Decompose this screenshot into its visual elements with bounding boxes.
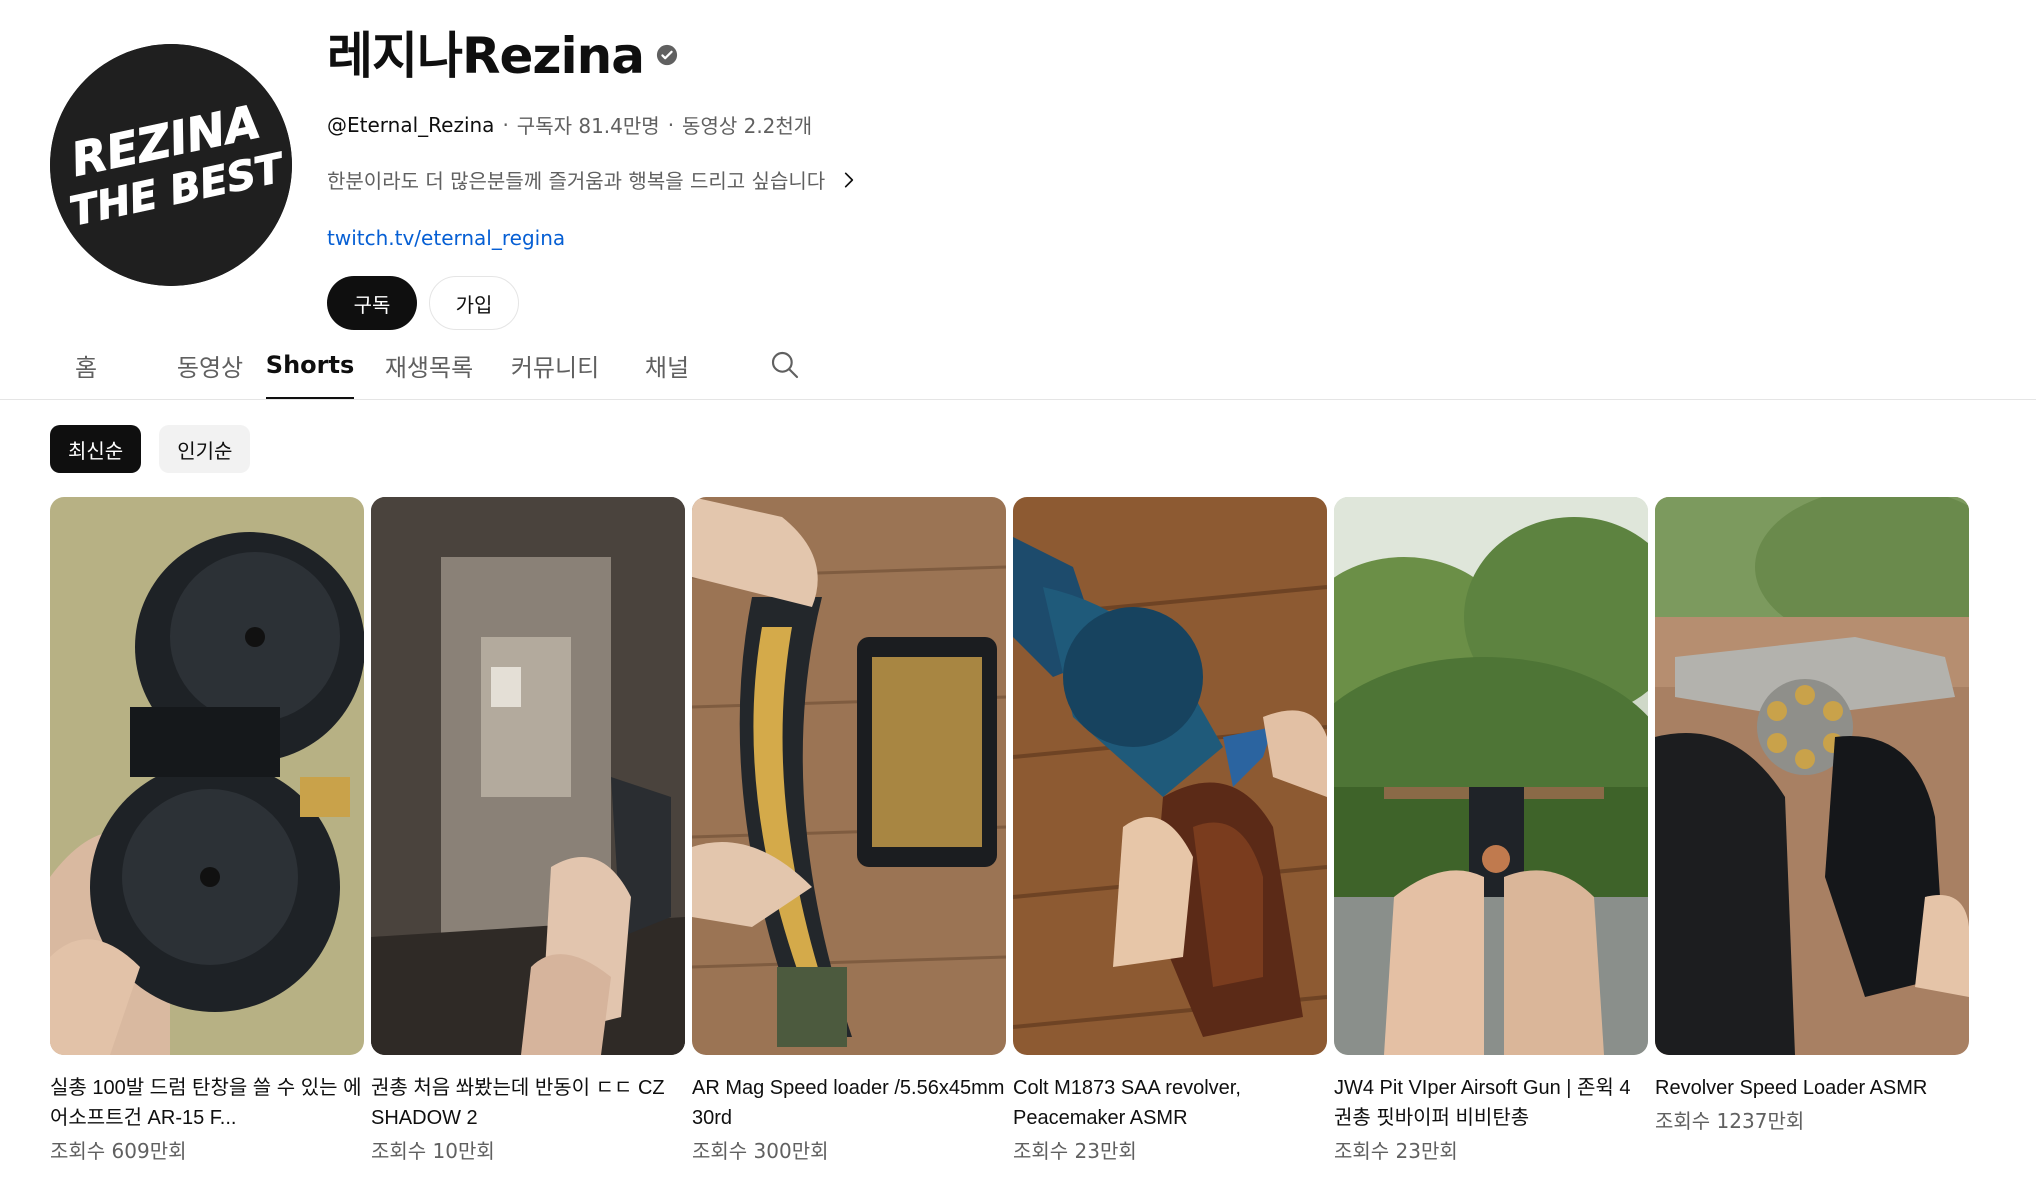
shorts-title[interactable]: 실총 100발 드럼 탄창을 쓸 수 있는 에어소프트건 AR-15 F...: [50, 1073, 364, 1133]
channel-avatar[interactable]: REZINA THE BEST: [50, 44, 292, 286]
channel-tabs: 홈 동영상 Shorts 재생목록 커뮤니티 채널: [50, 330, 825, 400]
shorts-grid: 실총 100발 드럼 탄창을 쓸 수 있는 에어소프트건 AR-15 F... …: [50, 497, 1969, 1164]
shorts-views: 조회수 10만회: [371, 1139, 495, 1163]
shorts-views: 조회수 300만회: [692, 1139, 829, 1163]
channel-search-button[interactable]: [745, 330, 825, 400]
shorts-card[interactable]: Colt M1873 SAA revolver, Peacemaker ASMR…: [1013, 497, 1327, 1164]
shorts-title[interactable]: Colt M1873 SAA revolver, Peacemaker ASMR: [1013, 1073, 1327, 1133]
tab-community[interactable]: 커뮤니티: [497, 330, 613, 400]
shorts-thumbnail[interactable]: [371, 497, 685, 1055]
channel-meta: @Eternal_Rezina · 구독자 81.4만명 · 동영상 2.2천개: [327, 110, 1527, 139]
rezina-logo: REZINA THE BEST: [50, 44, 292, 286]
channel-handle: @Eternal_Rezina: [327, 112, 495, 137]
shorts-card[interactable]: Revolver Speed Loader ASMR 조회수 1237만회: [1655, 497, 1969, 1164]
sort-chips: 최신순 인기순: [50, 425, 251, 473]
shorts-views: 조회수 23만회: [1013, 1139, 1137, 1163]
shorts-card[interactable]: JW4 Pit VIper Airsoft Gun | 존윅 4 권총 핏바이퍼…: [1334, 497, 1648, 1164]
chevron-right-icon: [844, 172, 854, 187]
verified-check-icon: [656, 44, 678, 66]
shorts-title[interactable]: JW4 Pit VIper Airsoft Gun | 존윅 4 권총 핏바이퍼…: [1334, 1073, 1648, 1133]
shorts-card[interactable]: 권총 처음 쏴봤는데 반동이 ㄷㄷ CZ SHADOW 2 조회수 10만회: [371, 497, 685, 1164]
shorts-views: 조회수 23만회: [1334, 1139, 1458, 1163]
shorts-thumbnail[interactable]: [1655, 497, 1969, 1055]
tab-channel[interactable]: 채널: [629, 330, 705, 400]
channel-title: 레지나Rezina: [327, 27, 645, 85]
video-count: 동영상 2.2천개: [682, 114, 813, 138]
tab-videos[interactable]: 동영상: [156, 330, 264, 400]
channel-description-text: 한분이라도 더 많은분들께 즐거움과 행복을 드리고 싶습니다: [327, 169, 826, 193]
shorts-views: 조회수 1237만회: [1655, 1109, 1805, 1133]
channel-link-row: twitch.tv/eternal_regina: [327, 226, 1527, 250]
shorts-views: 조회수 609만회: [50, 1139, 187, 1163]
shorts-card[interactable]: 실총 100발 드럼 탄창을 쓸 수 있는 에어소프트건 AR-15 F... …: [50, 497, 364, 1164]
shorts-thumbnail[interactable]: [1334, 497, 1648, 1055]
join-button[interactable]: 가입: [429, 276, 519, 330]
channel-title-row: 레지나Rezina: [327, 16, 1527, 88]
shorts-title[interactable]: Revolver Speed Loader ASMR: [1655, 1073, 1969, 1103]
chip-popular[interactable]: 인기순: [159, 425, 251, 473]
channel-external-link[interactable]: twitch.tv/eternal_regina: [327, 226, 565, 250]
chip-latest[interactable]: 최신순: [50, 425, 142, 473]
subscribe-button[interactable]: 구독: [327, 276, 417, 330]
subscriber-count: 구독자 81.4만명: [516, 114, 660, 138]
meta-separator: ·: [667, 112, 675, 137]
search-icon: [771, 351, 799, 379]
channel-info: 레지나Rezina @Eternal_Rezina · 구독자 81.4만명 ·…: [327, 16, 1527, 330]
tab-playlists[interactable]: 재생목록: [371, 330, 487, 400]
tab-home[interactable]: 홈: [50, 330, 122, 400]
shorts-card[interactable]: AR Mag Speed loader /5.56x45mm 30rd 조회수 …: [692, 497, 1006, 1164]
meta-separator: ·: [502, 112, 509, 137]
channel-description[interactable]: 한분이라도 더 많은분들께 즐거움과 행복을 드리고 싶습니다: [327, 165, 1527, 194]
tabs-divider: [0, 399, 2036, 400]
shorts-thumbnail[interactable]: [1013, 497, 1327, 1055]
shorts-thumbnail[interactable]: [692, 497, 1006, 1055]
shorts-title[interactable]: 권총 처음 쏴봤는데 반동이 ㄷㄷ CZ SHADOW 2: [371, 1073, 685, 1133]
shorts-title[interactable]: AR Mag Speed loader /5.56x45mm 30rd: [692, 1073, 1006, 1133]
channel-actions: 구독 가입: [327, 276, 1527, 330]
shorts-thumbnail[interactable]: [50, 497, 364, 1055]
tab-shorts[interactable]: Shorts: [266, 330, 354, 400]
